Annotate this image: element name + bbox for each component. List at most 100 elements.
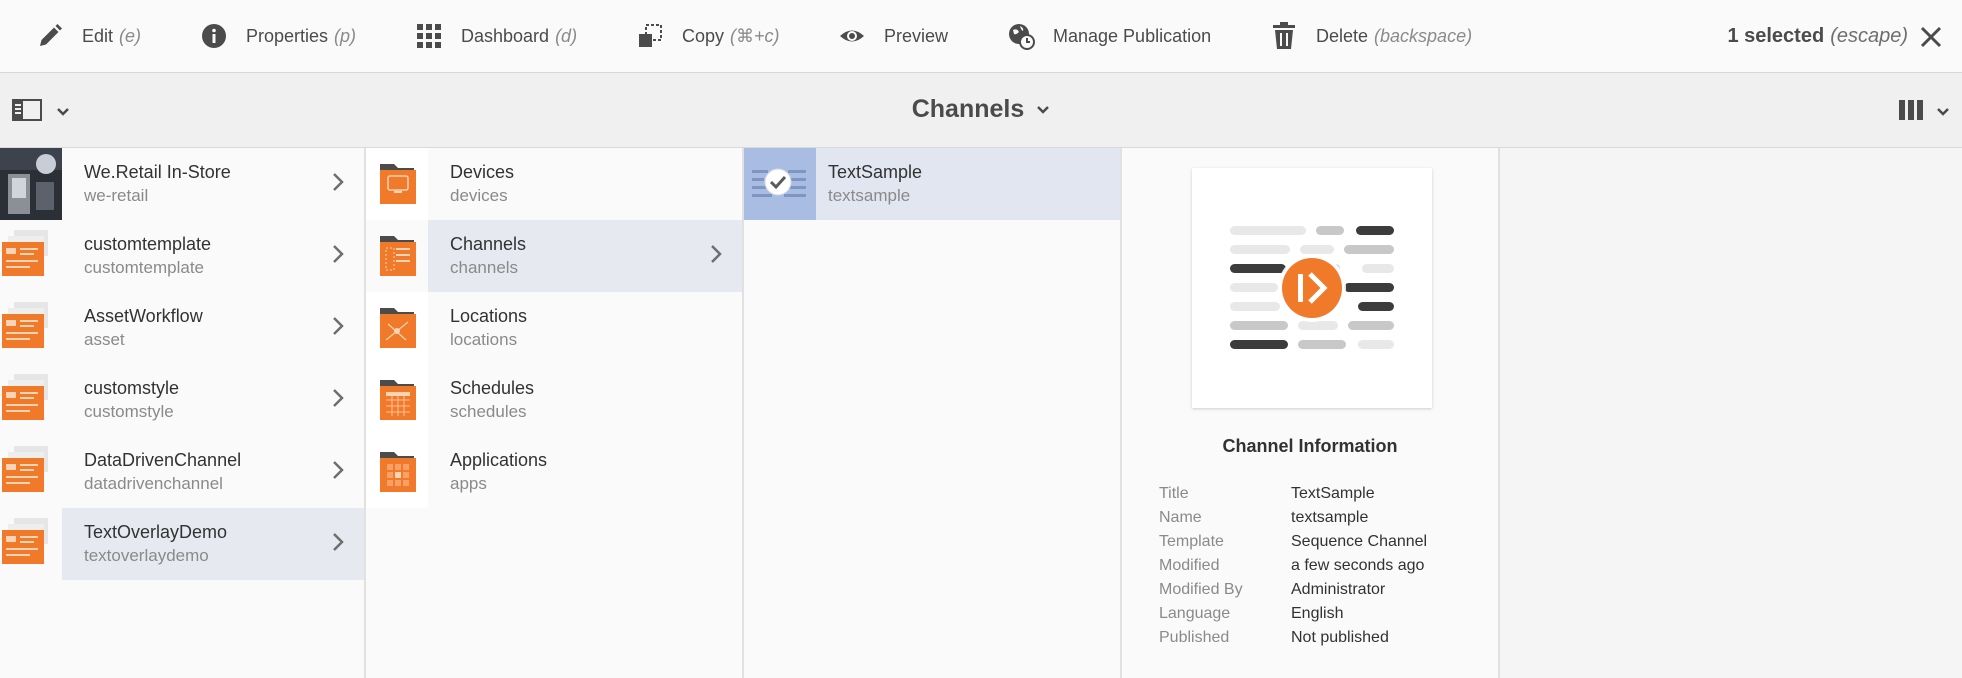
chevron-right-icon (710, 244, 722, 269)
globe-clock-icon (1007, 22, 1035, 50)
channel-preview-card (1192, 168, 1432, 408)
list-item[interactable]: DataDrivenChannel datadrivenchannel (0, 436, 364, 508)
delete-label: Delete (1316, 25, 1369, 46)
item-title: customstyle (84, 378, 180, 398)
chevron-right-icon (332, 388, 344, 413)
list-item[interactable]: TextSample textsample (744, 148, 1120, 220)
copy-icon (636, 22, 664, 50)
page-title: Channels (911, 95, 1025, 123)
list-item[interactable]: Devices devices (366, 148, 742, 220)
preview-button[interactable]: Preview (838, 0, 948, 73)
meta-key: Title (1159, 485, 1189, 502)
project-thumbnail (0, 148, 62, 220)
close-icon[interactable] (1916, 22, 1946, 52)
meta-row-template: Template Sequence Channel (1159, 530, 1427, 554)
list-item[interactable]: Applications apps (366, 436, 742, 508)
folder-channels-icon (366, 220, 428, 292)
item-title: Channels (450, 234, 527, 254)
item-title: Applications (450, 450, 548, 470)
project-thumbnail (0, 364, 62, 436)
meta-key: Language (1159, 605, 1231, 622)
list-item[interactable]: TextOverlayDemo textoverlaydemo (0, 508, 364, 580)
meta-row-title: Title TextSample (1159, 482, 1427, 506)
column-channels: TextSample textsample (744, 148, 1122, 678)
preview-label: Preview (884, 25, 949, 46)
item-title: customtemplate (84, 234, 212, 254)
edit-button[interactable]: Edit (e) (36, 0, 141, 73)
folder-schedules-icon (366, 364, 428, 436)
item-name: customtemplate (84, 258, 204, 277)
list-item[interactable]: We.Retail In-Store we-retail (0, 148, 364, 220)
eye-icon (838, 22, 866, 50)
item-name: schedules (450, 402, 527, 421)
copy-label: Copy (682, 25, 725, 46)
properties-label: Properties (246, 25, 329, 46)
item-name: textsample (828, 186, 911, 205)
chevron-down-icon (1936, 104, 1950, 122)
delete-button[interactable]: Delete (backspace) (1270, 0, 1472, 73)
folder-devices-icon (366, 148, 428, 220)
chevron-right-icon (332, 316, 344, 341)
project-thumbnail (0, 292, 62, 364)
list-item[interactable]: AssetWorkflow asset (0, 292, 364, 364)
meta-key: Modified (1159, 557, 1220, 574)
item-name: textoverlaydemo (84, 546, 209, 565)
item-name: locations (450, 330, 518, 349)
dashboard-label: Dashboard (461, 25, 550, 46)
item-name: we-retail (84, 186, 149, 205)
column-view-icon (1898, 98, 1924, 127)
details-panel: Channel Information Title TextSample Name… (1122, 148, 1500, 678)
selection-count: 1 selected (escape) (1727, 0, 1908, 73)
copy-shortcut: (⌘+c) (730, 25, 780, 46)
manage-publication-label: Manage Publication (1053, 25, 1212, 46)
copy-button[interactable]: Copy (⌘+c) (636, 0, 780, 73)
edit-label: Edit (82, 25, 114, 46)
item-title: DataDrivenChannel (84, 450, 242, 470)
list-item[interactable]: customtemplate customtemplate (0, 220, 364, 292)
item-title: Devices (450, 162, 515, 182)
chevron-right-icon (332, 460, 344, 485)
selection-shortcut: (escape) (1830, 25, 1908, 47)
project-thumbnail (0, 436, 62, 508)
page-title-dropdown[interactable]: Channels (912, 95, 1051, 124)
delete-shortcut: (backspace) (1374, 25, 1473, 46)
title-bar: Channels (0, 73, 1962, 148)
dashboard-button[interactable]: Dashboard (d) (415, 0, 577, 73)
chevron-right-icon (332, 172, 344, 197)
grid-icon (415, 22, 443, 50)
item-title: TextSample (828, 162, 923, 182)
manage-publication-button[interactable]: Manage Publication (1007, 0, 1211, 73)
sequence-channel-icon (1230, 226, 1394, 349)
meta-value: TextSample (1291, 485, 1375, 502)
project-thumbnail (0, 220, 62, 292)
meta-row-published: Published Not published (1159, 626, 1427, 650)
meta-value: English (1291, 605, 1344, 622)
properties-button[interactable]: Properties (p) (200, 0, 356, 73)
meta-row-modified-by: Modified By Administrator (1159, 578, 1427, 602)
list-item[interactable]: Channels channels (366, 220, 742, 292)
meta-row-modified: Modified a few seconds ago (1159, 554, 1427, 578)
edit-shortcut: (e) (119, 25, 142, 46)
selection-label: 1 selected (1727, 25, 1825, 47)
item-name: apps (450, 474, 487, 493)
item-name: channels (450, 258, 519, 277)
item-title: Locations (450, 306, 528, 326)
list-item[interactable]: customstyle customstyle (0, 364, 364, 436)
list-item[interactable]: Locations locations (366, 292, 742, 364)
chevron-right-icon (332, 244, 344, 269)
folder-apps-icon (366, 436, 428, 508)
meta-value: Administrator (1291, 581, 1386, 598)
list-item[interactable]: Schedules schedules (366, 364, 742, 436)
item-name: customstyle (84, 402, 174, 421)
dashboard-shortcut: (d) (555, 25, 578, 46)
selected-check-thumbnail (744, 148, 816, 220)
item-title: Schedules (450, 378, 535, 398)
properties-shortcut: (p) (334, 25, 357, 46)
details-metadata: Title TextSample Name textsample Template S… (1159, 482, 1427, 650)
meta-value: textsample (1291, 509, 1369, 526)
item-title: TextOverlayDemo (84, 522, 228, 542)
meta-key: Published (1159, 629, 1230, 646)
folder-locations-icon (366, 292, 428, 364)
view-switcher-button[interactable] (1898, 98, 1950, 127)
column-project-folders: Devices devices Channels channels Locati… (366, 148, 744, 678)
